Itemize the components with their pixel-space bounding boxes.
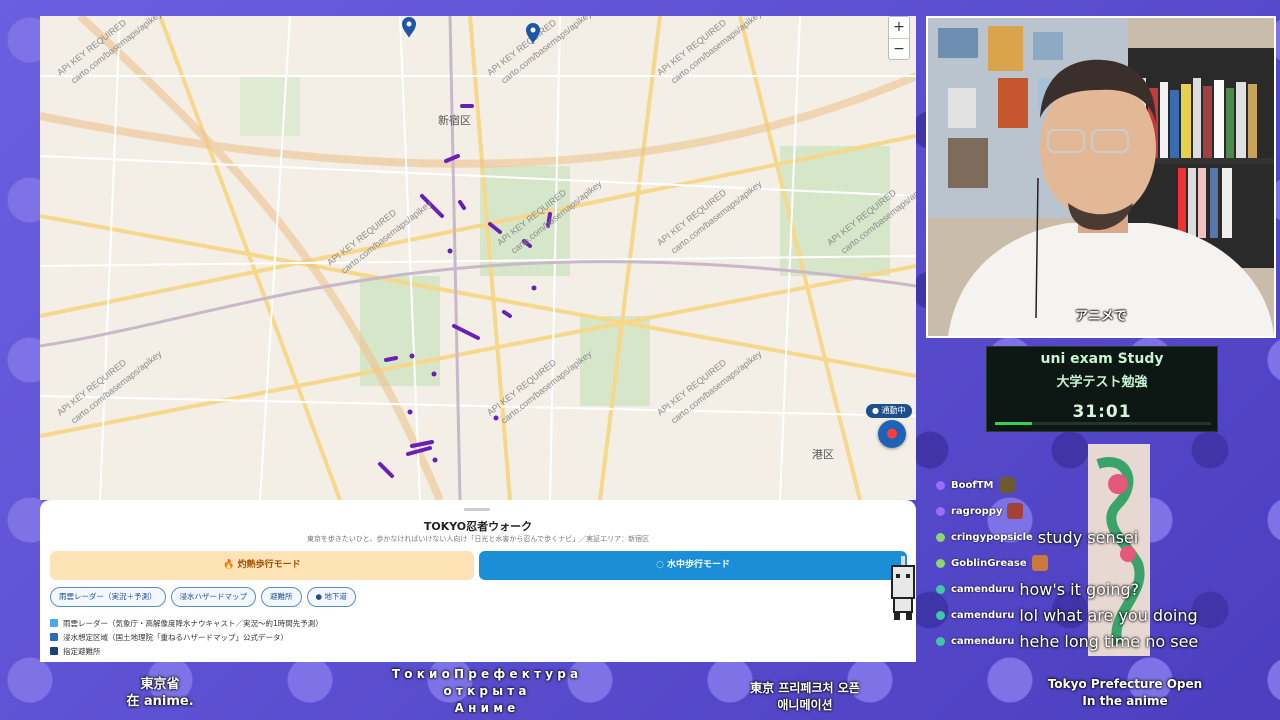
legend-label: 指定避難所 bbox=[63, 646, 101, 656]
chat-message: BoofTM bbox=[936, 472, 1256, 498]
bottom-sheet: TOKYO忍者ウォーク 東京を歩きたいひと、歩かなければいけない人向け「日光と水… bbox=[40, 500, 916, 662]
chip-underground[interactable]: ● 地下道 bbox=[306, 587, 356, 607]
underwater-walk-mode-button[interactable]: ◌ 水中歩行モード bbox=[479, 551, 907, 580]
subtitle-line: 在 anime. bbox=[126, 694, 194, 709]
map-legend: 雨雲レーダー（気象庁・高解像度降水ナウキャスト／実況〜約1時間先予測） 浸水想定… bbox=[50, 616, 323, 658]
user-badge-icon bbox=[936, 506, 945, 516]
chat-text: how's it going? bbox=[1019, 579, 1140, 599]
map-pin-icon: ● bbox=[886, 426, 898, 441]
user-badge-icon bbox=[936, 610, 945, 620]
emote-icon bbox=[1007, 503, 1024, 519]
subtitle-line: 애니메이션 bbox=[777, 698, 833, 712]
district-label-minato: 港区 bbox=[812, 448, 834, 461]
subtitle-chinese: 東京省 在 anime. bbox=[40, 676, 280, 720]
map-canvas[interactable]: 新宿区 港区 API KEY REQUIRED carto.com/basema… bbox=[40, 16, 916, 500]
app-title: TOKYO忍者ウォーク bbox=[423, 520, 533, 533]
park-area bbox=[360, 276, 440, 386]
legend-swatch bbox=[50, 633, 58, 641]
robot-mascot bbox=[891, 556, 915, 620]
user-badge-icon bbox=[936, 558, 945, 568]
chat-username: cringypopsicle bbox=[951, 531, 1033, 543]
timer-subtitle: 大学テスト勉強 bbox=[1056, 375, 1148, 390]
locate-button[interactable]: ● bbox=[878, 420, 906, 448]
emote-icon bbox=[998, 477, 1015, 493]
webcam-caption: アニメで bbox=[1075, 309, 1127, 324]
legend-item: 浸水想定区域（国土地理院「重ねるハザードマップ」公式データ） bbox=[50, 630, 323, 644]
user-badge-icon bbox=[936, 480, 945, 490]
chat-message: camenduru lol what are you doing bbox=[936, 602, 1256, 628]
subtitle-line: Т о к и о П р е ф е к т у р а bbox=[391, 667, 579, 681]
chat-message: camenduru hehe long time no see bbox=[936, 628, 1256, 654]
timer-progress-fill bbox=[995, 422, 1032, 425]
sheet-drag-handle[interactable] bbox=[464, 508, 490, 511]
chat-text: study sensei bbox=[1037, 527, 1139, 547]
translated-subtitles-bar: 東京省 在 anime. Т о к и о П р е ф е к т у р… bbox=[0, 662, 1280, 720]
legend-label: 浸水想定区域（国土地理院「重ねるハザードマップ」公式データ） bbox=[63, 632, 288, 642]
legend-item: 雨雲レーダー（気象庁・高解像度降水ナウキャスト／実況〜約1時間先予測） bbox=[50, 616, 323, 630]
subtitle-line: 東京省 bbox=[140, 677, 180, 692]
webcam-image bbox=[928, 18, 1274, 336]
subtitle-line: 東京 프리페크처 오픈 bbox=[750, 681, 860, 695]
layer-chips: 雨雲レーダー（実況＋予測） 浸水ハザードマップ 避難所 ● 地下道 bbox=[50, 587, 356, 607]
zoom-in-button[interactable]: + bbox=[889, 17, 909, 38]
subtitle-english: Tokyo Prefecture Open In the anime bbox=[1000, 676, 1250, 720]
walking-status-badge: ● 通勤中 bbox=[866, 404, 912, 418]
chip-shelters[interactable]: 避難所 bbox=[261, 587, 302, 607]
legend-swatch bbox=[50, 619, 58, 627]
app-subtitle: 東京を歩きたいひと、歩かなければいけない人向け「日光と水害から忍んで歩くナビ」／… bbox=[306, 535, 650, 543]
stream-chat: BoofTM ragroppy cringypopsicle study sen… bbox=[936, 472, 1256, 654]
chat-username: camenduru bbox=[951, 609, 1015, 621]
chat-username: camenduru bbox=[951, 583, 1015, 595]
district-label-shinjuku: 新宿区 bbox=[438, 113, 471, 127]
zoom-control: + − bbox=[888, 16, 910, 60]
chat-message: camenduru how's it going? bbox=[936, 576, 1256, 602]
chat-message: GoblinGrease bbox=[936, 550, 1256, 576]
chat-username: ragroppy bbox=[951, 505, 1003, 517]
zoom-out-button[interactable]: − bbox=[889, 38, 909, 59]
webcam-feed: アニメで bbox=[926, 16, 1276, 338]
map-view[interactable]: 新宿区 港区 API KEY REQUIRED carto.com/basema… bbox=[40, 16, 916, 500]
chat-username: camenduru bbox=[951, 635, 1015, 647]
subtitle-line: In the anime bbox=[1082, 694, 1168, 708]
user-badge-icon bbox=[936, 532, 945, 542]
heat-walk-mode-button[interactable]: 🔥 灼熱歩行モード bbox=[50, 551, 474, 580]
chat-message: cringypopsicle study sensei bbox=[936, 524, 1256, 550]
user-badge-icon bbox=[936, 636, 945, 646]
subtitle-line: о т к р ы т а bbox=[443, 684, 527, 698]
subtitle-line: Tokyo Prefecture Open bbox=[1047, 677, 1203, 691]
chat-username: BoofTM bbox=[951, 479, 994, 491]
legend-swatch bbox=[50, 647, 58, 655]
timer-progress-track bbox=[995, 422, 1211, 425]
chip-rain-radar[interactable]: 雨雲レーダー（実況＋予測） bbox=[50, 587, 166, 607]
subtitle-line: А н и м е bbox=[454, 701, 516, 715]
park-area bbox=[240, 76, 300, 136]
legend-label: 雨雲レーダー（気象庁・高解像度降水ナウキャスト／実況〜約1時間先予測） bbox=[63, 618, 323, 628]
user-badge-icon bbox=[936, 584, 945, 594]
subtitle-russian: Т о к и о П р е ф е к т у р а о т к р ы … bbox=[330, 666, 640, 720]
chat-message: ragroppy bbox=[936, 498, 1256, 524]
chip-flood-hazard[interactable]: 浸水ハザードマップ bbox=[170, 587, 256, 607]
shelter-marker[interactable] bbox=[402, 17, 416, 38]
emote-icon bbox=[1031, 555, 1048, 571]
legend-item: 指定避難所 bbox=[50, 644, 323, 658]
chat-text: hehe long time no see bbox=[1019, 631, 1199, 651]
timer-title: uni exam Study bbox=[1040, 351, 1164, 367]
chat-text: lol what are you doing bbox=[1019, 605, 1198, 625]
subtitle-korean: 東京 프리페크처 오픈 애니메이션 bbox=[690, 680, 920, 720]
chat-username: GoblinGrease bbox=[951, 557, 1027, 569]
timer-value: 31:01 bbox=[1072, 402, 1132, 422]
study-timer: uni exam Study 大学テスト勉強 31:01 bbox=[986, 346, 1218, 432]
